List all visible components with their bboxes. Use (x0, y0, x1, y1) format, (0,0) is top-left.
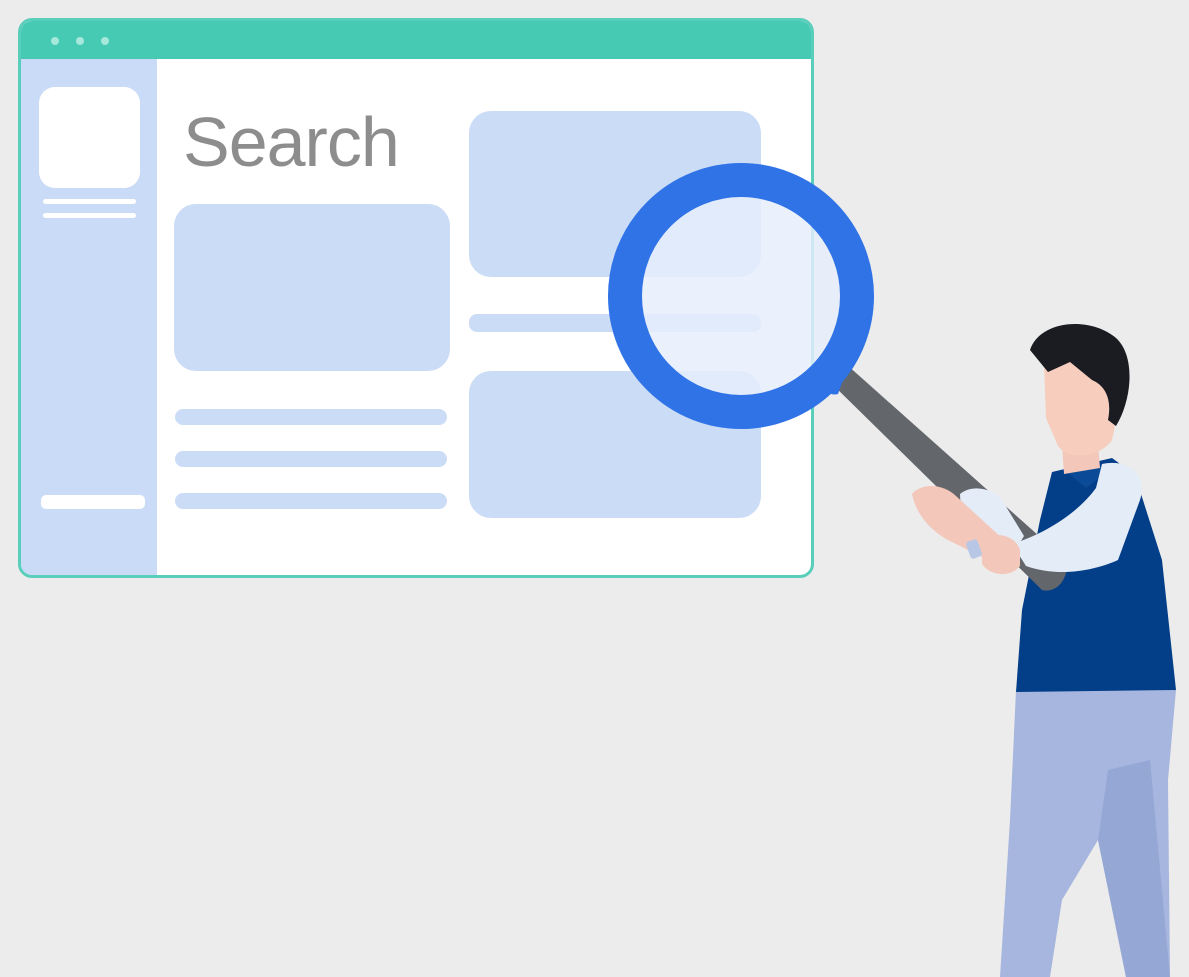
person-legs (1000, 690, 1176, 977)
search-illustration: Search (0, 0, 1189, 977)
person-head (1030, 324, 1130, 474)
magnifying-glass-icon (608, 163, 874, 429)
person-with-magnifier (608, 163, 1176, 977)
